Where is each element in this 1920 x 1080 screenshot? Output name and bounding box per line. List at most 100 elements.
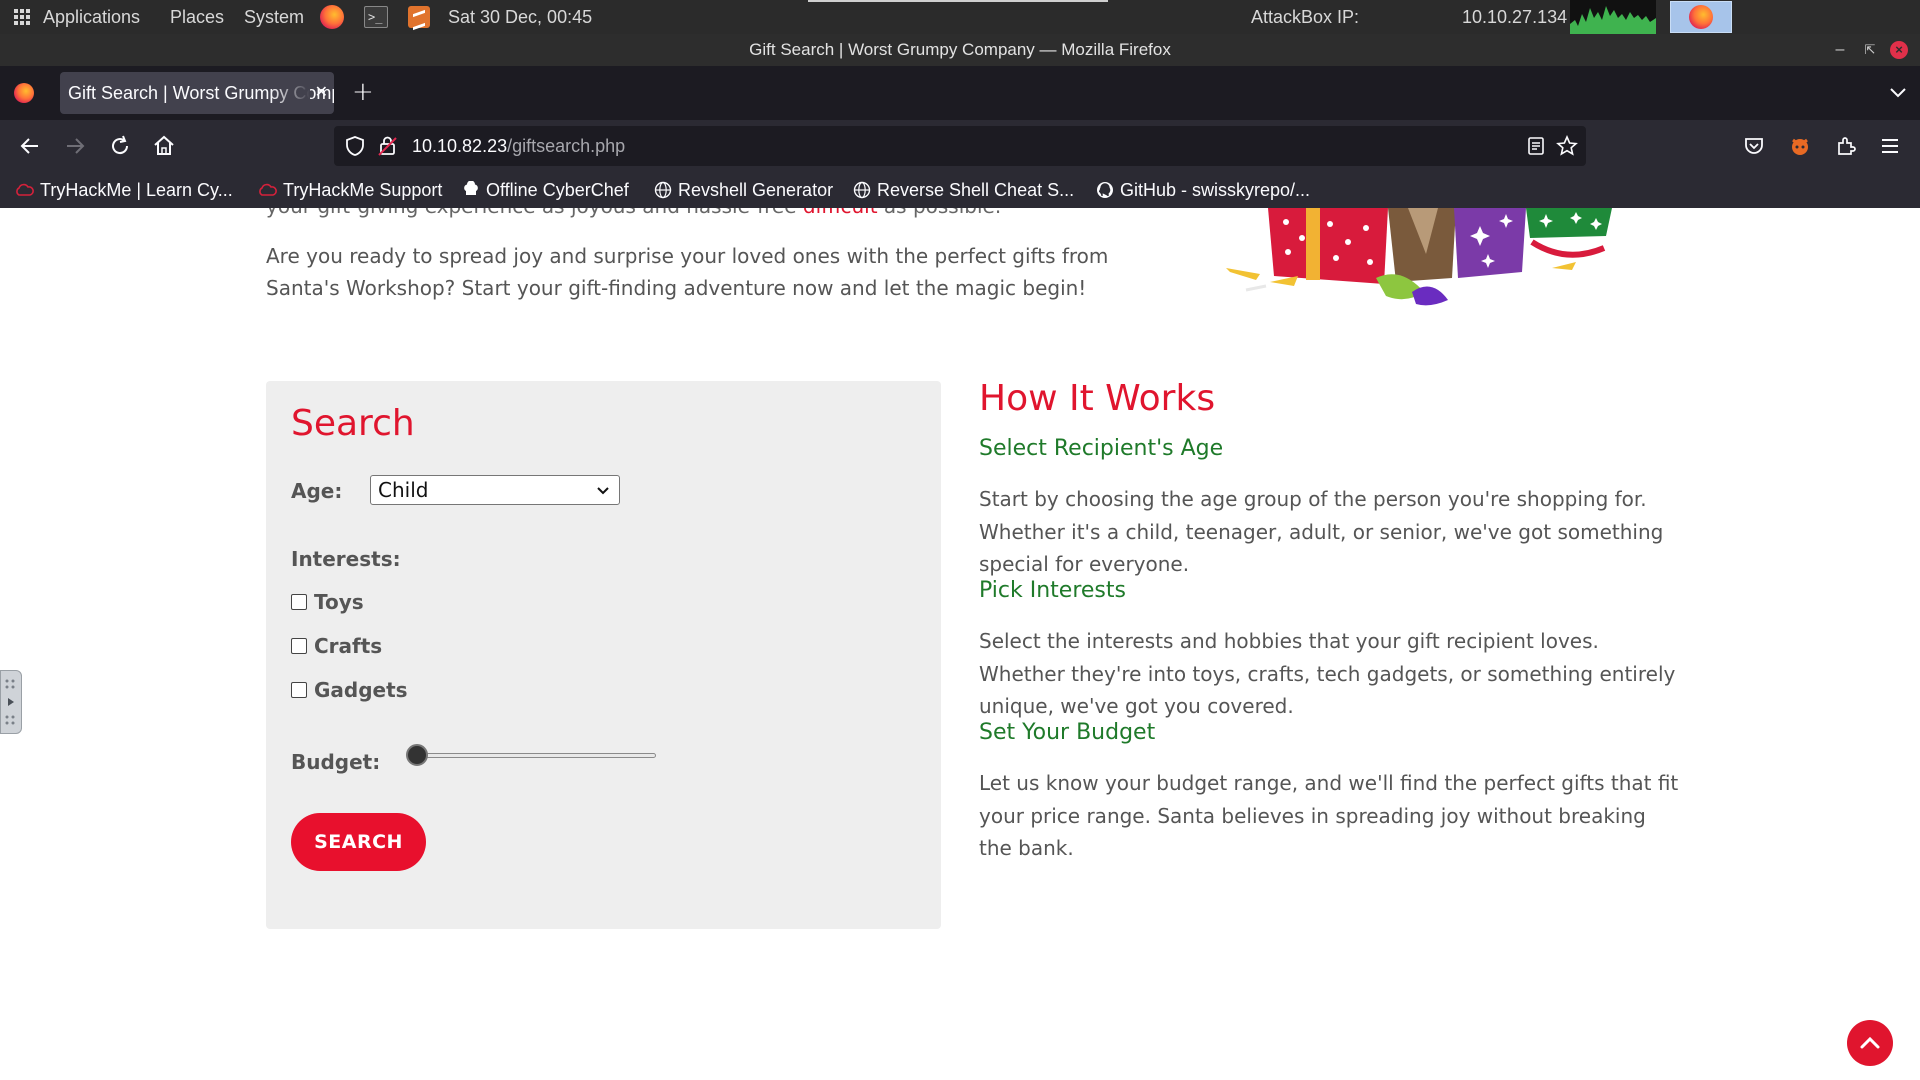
bookmark-github-swisskyrepo[interactable]: GitHub - swisskyrepo/... <box>1096 172 1310 208</box>
interest-gadgets[interactable]: Gadgets <box>291 678 408 702</box>
side-panel-handle[interactable] <box>0 670 22 734</box>
intro-paragraph: Are you ready to spread joy and surprise… <box>266 244 1109 300</box>
clipped-text-end: as possible. <box>884 208 1001 218</box>
system-menu[interactable]: System <box>244 0 304 34</box>
forward-icon[interactable] <box>63 134 87 158</box>
step-text-interests: Select the interests and hobbies that yo… <box>979 629 1676 718</box>
places-menu[interactable]: Places <box>170 0 224 34</box>
clock[interactable]: Sat 30 Dec, 00:45 <box>448 0 592 34</box>
interest-crafts[interactable]: Crafts <box>291 634 382 658</box>
tracking-protection-shield-icon[interactable] <box>344 135 366 157</box>
interest-toys-label: Toys <box>314 590 364 614</box>
bookmark-revshell-generator[interactable]: Revshell Generator <box>654 172 833 208</box>
bookmarks-toolbar: TryHackMe | Learn Cy... TryHackMe Suppor… <box>0 172 1920 208</box>
firefox-launcher-icon[interactable] <box>320 5 344 29</box>
top-panel: Applications Places System >_ Sat 30 Dec… <box>0 0 1920 34</box>
step-heading-age: Select Recipient's Age <box>979 436 1224 461</box>
minimize-icon[interactable]: – <box>1832 42 1848 58</box>
url-text[interactable]: 10.10.82.23/giftsearch.php <box>412 126 625 166</box>
chef-hat-icon <box>464 181 478 196</box>
apps-grid-icon[interactable] <box>14 9 30 25</box>
firefox-icon <box>1689 5 1713 29</box>
bookmark-label: GitHub - swisskyrepo/... <box>1120 180 1311 200</box>
new-tab-icon[interactable]: + <box>352 78 374 106</box>
clipped-intro-line: your gift-giving experience as joyous an… <box>266 208 1001 218</box>
bookmark-tryhackme[interactable]: TryHackMe | Learn Cy... <box>14 172 233 208</box>
step-heading-interests: Pick Interests <box>979 578 1126 603</box>
clipped-highlight: difficult <box>803 208 878 218</box>
age-select[interactable]: Child <box>370 475 620 505</box>
firefox-view-icon[interactable] <box>14 83 34 103</box>
reload-icon[interactable] <box>108 134 132 158</box>
firefox-window-button[interactable] <box>1670 1 1732 33</box>
pocket-icon[interactable] <box>1742 134 1766 158</box>
how-it-works-title: How It Works <box>979 378 1216 419</box>
attackbox-ip: 10.10.27.134 <box>1462 7 1568 27</box>
tab-strip: Gift Search | Worst Grumpy Company ✕ + <box>0 66 1920 120</box>
page-viewport: your gift-giving experience as joyous an… <box>0 208 1920 1080</box>
tab-fade <box>270 72 310 114</box>
budget-slider-track[interactable] <box>416 753 656 758</box>
grip-icon <box>5 679 15 725</box>
step-text-budget: Let us know your budget range, and we'll… <box>979 771 1679 860</box>
bookmark-label: Revshell Generator <box>678 180 834 200</box>
tab-close-icon[interactable]: ✕ <box>315 72 328 114</box>
tab-gift-search[interactable]: Gift Search | Worst Grumpy Company ✕ <box>60 72 334 114</box>
bookmark-label: Reverse Shell Cheat S... <box>877 180 1075 200</box>
budget-slider[interactable] <box>406 743 656 767</box>
checkbox-crafts[interactable] <box>291 637 307 654</box>
bookmark-label: Offline CyberChef <box>486 180 629 200</box>
search-button[interactable]: SEARCH <box>291 813 426 871</box>
cloud-icon <box>259 184 277 197</box>
checkbox-gadgets[interactable] <box>291 681 307 698</box>
bookmark-label: TryHackMe | Learn Cy... <box>40 180 233 200</box>
foxyproxy-extension-icon[interactable] <box>1788 134 1812 158</box>
hamburger-menu-icon[interactable] <box>1878 134 1902 158</box>
search-title: Search <box>291 403 415 444</box>
search-form-card: Search Age: Child Interests: Toys Crafts… <box>266 381 941 929</box>
window-titlebar[interactable]: Gift Search | Worst Grumpy Company — Moz… <box>0 34 1920 66</box>
list-all-tabs-icon[interactable] <box>1888 82 1908 102</box>
age-select-value: Child <box>378 478 429 502</box>
bookmark-star-icon[interactable] <box>1556 135 1578 157</box>
step-text-age: Start by choosing the age group of the p… <box>979 487 1664 576</box>
sublime-launcher-icon[interactable] <box>408 6 430 28</box>
clipped-text: your gift-giving experience as joyous an… <box>266 208 797 218</box>
panel-strip <box>808 0 1108 2</box>
terminal-launcher-icon[interactable]: >_ <box>364 6 388 28</box>
interest-crafts-label: Crafts <box>314 634 383 658</box>
system-monitor-graph <box>1570 0 1656 34</box>
step-heading-budget: Set Your Budget <box>979 720 1156 745</box>
insecure-lock-icon[interactable] <box>378 135 398 157</box>
budget-slider-thumb[interactable] <box>406 744 428 766</box>
github-icon <box>1097 182 1113 199</box>
scroll-to-top-button[interactable] <box>1847 1020 1893 1066</box>
url-path: /giftsearch.php <box>507 136 626 156</box>
cloud-icon <box>16 184 34 197</box>
budget-label: Budget: <box>291 750 381 774</box>
bookmark-tryhackme-support[interactable]: TryHackMe Support <box>257 172 442 208</box>
extensions-puzzle-icon[interactable] <box>1834 134 1858 158</box>
url-bar[interactable]: 10.10.82.23/giftsearch.php <box>334 126 1586 166</box>
age-label: Age: <box>291 479 343 503</box>
window-title: Gift Search | Worst Grumpy Company — Moz… <box>749 40 1171 59</box>
checkbox-toys[interactable] <box>291 593 307 610</box>
interests-label: Interests: <box>291 547 401 571</box>
reader-view-icon[interactable] <box>1526 136 1546 156</box>
back-icon[interactable] <box>18 134 42 158</box>
chevron-down-icon <box>597 487 609 495</box>
interest-toys[interactable]: Toys <box>291 590 364 614</box>
maximize-icon[interactable]: ⇱ <box>1862 42 1878 58</box>
navigation-toolbar: 10.10.82.23/giftsearch.php <box>0 120 1920 172</box>
close-window-icon[interactable]: × <box>1890 41 1908 59</box>
bookmark-reverse-shell-cheat-sheet[interactable]: Reverse Shell Cheat S... <box>853 172 1074 208</box>
chevron-up-icon <box>1860 1036 1880 1049</box>
home-icon[interactable] <box>152 134 176 158</box>
globe-icon <box>654 182 672 199</box>
attackbox-label: AttackBox IP: <box>1251 7 1360 27</box>
interest-gadgets-label: Gadgets <box>314 678 408 702</box>
bookmark-cyberchef[interactable]: Offline CyberChef <box>462 172 629 208</box>
gift-boxes-illustration <box>1226 208 1612 306</box>
applications-menu[interactable]: Applications <box>43 0 140 34</box>
globe-icon <box>853 182 871 199</box>
